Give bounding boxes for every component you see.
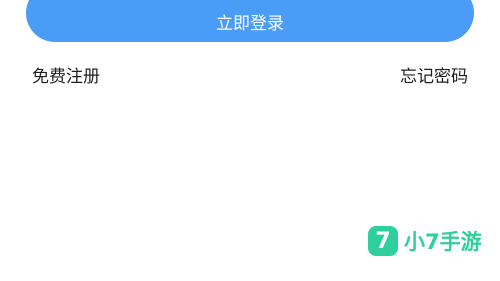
watermark-logo-icon: 7 — [368, 226, 398, 256]
register-link[interactable]: 免费注册 — [32, 66, 100, 88]
watermark-text: 小7手游 — [404, 230, 482, 254]
login-button[interactable]: 立即登录 — [26, 0, 474, 42]
watermark: 7 小7手游 — [368, 226, 482, 256]
forgot-password-link[interactable]: 忘记密码 — [400, 66, 468, 88]
login-button-label: 立即登录 — [216, 13, 284, 34]
watermark-logo-glyph: 7 — [375, 228, 391, 254]
